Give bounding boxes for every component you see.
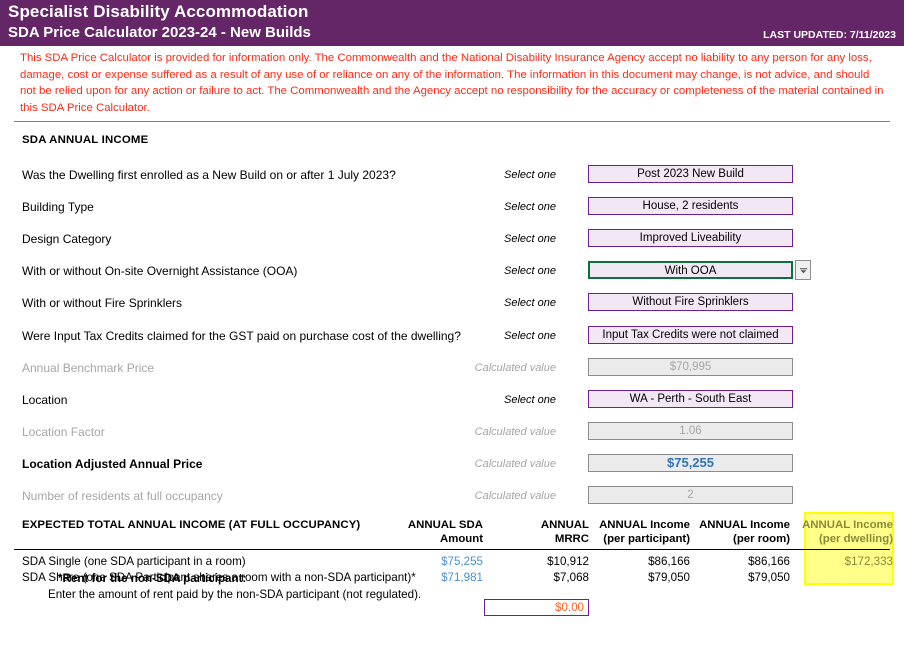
row-label: With or without Fire Sprinklers [22,296,183,310]
column-header-line2: (per dwelling) [818,533,893,545]
form-row-annual-benchmark-price: Annual Benchmark Price Calculated value … [0,357,904,379]
row-label: With or without On-site Overnight Assist… [22,264,298,278]
form-row-number-of-residents: Number of residents at full occupancy Ca… [0,485,904,507]
form-row-location: Location Select one WA - Perth - South E… [0,389,904,411]
value-annual-benchmark-price: $70,995 [588,358,793,376]
row-hint: Select one [504,233,556,245]
last-updated-label: LAST UPDATED: 7/11/2023 [763,29,896,41]
page-subtitle: SDA Price Calculator 2023-24 - New Build… [8,24,311,41]
disclaimer-divider [14,121,890,122]
app-header: Specialist Disability Accommodation SDA … [0,0,904,46]
column-header-annual-mrrc: ANNUAL MRRC [489,518,589,546]
column-header-line2: MRRC [554,533,589,545]
results-table-header-divider [14,549,890,550]
row-hint: Select one [504,394,556,406]
cell-sda-amount: $71,981 [441,571,483,584]
page-title: Specialist Disability Accommodation [8,2,309,21]
form-row-fire-sprinklers: With or without Fire Sprinklers Select o… [0,292,904,314]
row-hint: Select one [504,330,556,342]
row-hint: Select one [504,265,556,277]
cell-income-per-dwelling: $172,333 [844,555,893,568]
select-new-build[interactable]: Post 2023 New Build [588,165,793,183]
row-hint: Select one [504,169,556,181]
column-header-line1: ANNUAL Income [599,519,690,531]
row-label: Design Category [22,232,112,246]
column-header-income-per-dwelling: ANNUAL Income (per dwelling) [793,518,893,546]
row-hint: Select one [504,201,556,213]
row-label: Location [22,393,68,407]
row-hint: Calculated value [474,458,556,470]
row-label: Location Factor [22,425,105,439]
select-fire-sprinklers[interactable]: Without Fire Sprinklers [588,293,793,311]
row-label: Building Type [22,200,94,214]
form-row-input-tax-credits: Were Input Tax Credits claimed for the G… [0,325,904,347]
results-table-title: EXPECTED TOTAL ANNUAL INCOME (AT FULL OC… [22,519,361,531]
table-row-label: SDA Single (one SDA participant in a roo… [22,555,246,568]
form-row-design-category: Design Category Select one Improved Live… [0,228,904,250]
select-input-tax-credits[interactable]: Input Tax Credits were not claimed [588,326,793,344]
column-header-income-per-room: ANNUAL Income (per room) [690,518,790,546]
column-header-line2: (per room) [733,533,790,545]
cell-mrrc: $7,068 [553,571,589,584]
cell-income-per-participant: $79,050 [648,571,690,584]
column-header-line1: ANNUAL Income [802,519,893,531]
select-design-category[interactable]: Improved Liveability [588,229,793,247]
row-label: Number of residents at full occupancy [22,489,223,503]
cell-income-per-participant: $86,166 [648,555,690,568]
column-header-income-per-participant: ANNUAL Income (per participant) [590,518,690,546]
form-row-location-adjusted-annual-price: Location Adjusted Annual Price Calculate… [0,453,904,475]
value-location-adjusted-annual-price: $75,255 [588,454,793,472]
cell-mrrc: $10,912 [547,555,589,568]
disclaimer-text: This SDA Price Calculator is provided fo… [20,52,884,114]
form-row-ooa: With or without On-site Overnight Assist… [0,260,904,282]
dropdown-button-ooa[interactable] [795,260,811,280]
select-building-type[interactable]: House, 2 residents [588,197,793,215]
form-row-location-factor: Location Factor Calculated value 1.06 [0,421,904,443]
cell-income-per-room: $79,050 [748,571,790,584]
column-header-line2: Amount [439,533,483,545]
section-title-sda-annual-income: SDA ANNUAL INCOME [22,134,149,146]
value-number-of-residents: 2 [588,486,793,504]
column-header-annual-sda-amount: ANNUAL SDA Amount [383,518,483,546]
rent-instruction-label: Enter the amount of rent paid by the non… [48,588,422,601]
row-hint: Calculated value [474,362,556,374]
column-header-line1: ANNUAL SDA [407,519,483,531]
row-label: Was the Dwelling first enrolled as a New… [22,168,396,182]
form-row-building-type: Building Type Select one House, 2 reside… [0,196,904,218]
chevron-down-icon [799,266,808,275]
row-hint: Calculated value [474,426,556,438]
rent-amount-input[interactable]: $0.00 [484,599,589,616]
form-row-new-build: Was the Dwelling first enrolled as a New… [0,164,904,186]
sda-price-calculator-page: Specialist Disability Accommodation SDA … [0,0,904,666]
cell-sda-amount: $75,255 [441,555,483,568]
rent-note-label: *Rent for the non-SDA participant: [58,572,247,585]
row-label: Annual Benchmark Price [22,361,155,375]
column-header-line1: ANNUAL [540,519,589,531]
select-location[interactable]: WA - Perth - South East [588,390,793,408]
row-hint: Calculated value [474,490,556,502]
row-hint: Select one [504,297,556,309]
select-ooa[interactable]: With OOA [588,261,793,279]
cell-income-per-room: $86,166 [748,555,790,568]
column-header-line2: (per participant) [603,533,690,545]
row-label: Location Adjusted Annual Price [22,457,203,471]
value-location-factor: 1.06 [588,422,793,440]
column-header-line1: ANNUAL Income [699,519,790,531]
